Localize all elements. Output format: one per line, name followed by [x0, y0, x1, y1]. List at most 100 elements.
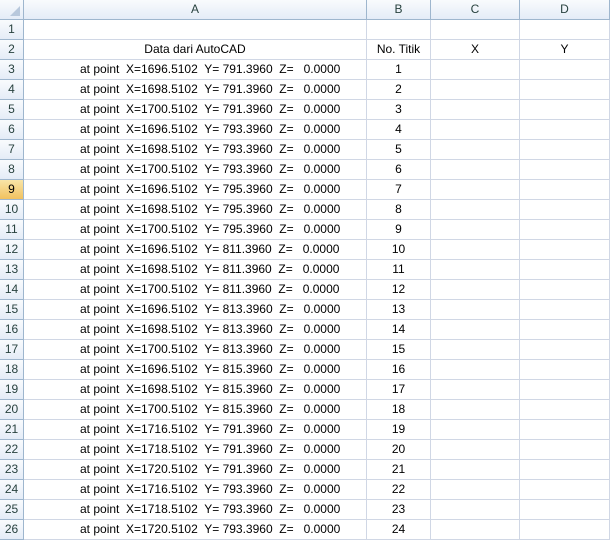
- cell-b[interactable]: 6: [367, 160, 431, 180]
- cell-d[interactable]: [520, 360, 610, 380]
- cell-c[interactable]: [431, 240, 520, 260]
- row-header[interactable]: 2: [0, 40, 24, 60]
- row-header[interactable]: 16: [0, 320, 24, 340]
- cell-b[interactable]: 4: [367, 120, 431, 140]
- cell-a[interactable]: at point X=1700.5102 Y= 813.3960 Z= 0.00…: [24, 340, 367, 360]
- cell-d[interactable]: [520, 280, 610, 300]
- cell-b[interactable]: 20: [367, 440, 431, 460]
- cell-b[interactable]: 14: [367, 320, 431, 340]
- cell-a[interactable]: at point X=1698.5102 Y= 795.3960 Z= 0.00…: [24, 200, 367, 220]
- cell-c[interactable]: [431, 300, 520, 320]
- cell-a[interactable]: at point X=1720.5102 Y= 791.3960 Z= 0.00…: [24, 460, 367, 480]
- cell-b[interactable]: 7: [367, 180, 431, 200]
- cell-c[interactable]: [431, 500, 520, 520]
- cell-d[interactable]: [520, 460, 610, 480]
- row-header[interactable]: 12: [0, 240, 24, 260]
- cell-a[interactable]: at point X=1698.5102 Y= 793.3960 Z= 0.00…: [24, 140, 367, 160]
- row-header[interactable]: 11: [0, 220, 24, 240]
- cell-b[interactable]: 1: [367, 60, 431, 80]
- cell-c[interactable]: [431, 120, 520, 140]
- cell-a[interactable]: at point X=1700.5102 Y= 811.3960 Z= 0.00…: [24, 280, 367, 300]
- cell-a[interactable]: at point X=1696.5102 Y= 795.3960 Z= 0.00…: [24, 180, 367, 200]
- cell-d[interactable]: [520, 420, 610, 440]
- column-header-b[interactable]: B: [367, 0, 431, 20]
- cell-d[interactable]: [520, 180, 610, 200]
- row-header[interactable]: 22: [0, 440, 24, 460]
- cell-c[interactable]: [431, 480, 520, 500]
- cell-d[interactable]: [520, 260, 610, 280]
- cell-a[interactable]: at point X=1698.5102 Y= 815.3960 Z= 0.00…: [24, 380, 367, 400]
- column-header-a[interactable]: A: [24, 0, 367, 20]
- cell-d[interactable]: [520, 500, 610, 520]
- column-header-d[interactable]: D: [520, 0, 610, 20]
- row-header[interactable]: 4: [0, 80, 24, 100]
- cell-b[interactable]: 22: [367, 480, 431, 500]
- cell-d[interactable]: [520, 240, 610, 260]
- cell-c[interactable]: [431, 340, 520, 360]
- cell-c[interactable]: [431, 160, 520, 180]
- cell-a[interactable]: at point X=1696.5102 Y= 813.3960 Z= 0.00…: [24, 300, 367, 320]
- cell-a[interactable]: at point X=1700.5102 Y= 793.3960 Z= 0.00…: [24, 160, 367, 180]
- cell-d[interactable]: [520, 320, 610, 340]
- cell-d[interactable]: [520, 380, 610, 400]
- cell-d[interactable]: [520, 100, 610, 120]
- cell-c[interactable]: [431, 60, 520, 80]
- cell-c[interactable]: [431, 80, 520, 100]
- cell-c[interactable]: [431, 380, 520, 400]
- row-header[interactable]: 15: [0, 300, 24, 320]
- cell-b[interactable]: 3: [367, 100, 431, 120]
- cell-b[interactable]: 15: [367, 340, 431, 360]
- row-header[interactable]: 3: [0, 60, 24, 80]
- cell-a[interactable]: at point X=1700.5102 Y= 815.3960 Z= 0.00…: [24, 400, 367, 420]
- cell-a[interactable]: at point X=1696.5102 Y= 815.3960 Z= 0.00…: [24, 360, 367, 380]
- cell-b[interactable]: 9: [367, 220, 431, 240]
- cell-d[interactable]: [520, 20, 610, 40]
- row-header[interactable]: 8: [0, 160, 24, 180]
- cell-c[interactable]: [431, 180, 520, 200]
- row-header[interactable]: 10: [0, 200, 24, 220]
- cell-d[interactable]: Y: [520, 40, 610, 60]
- cell-a[interactable]: at point X=1700.5102 Y= 795.3960 Z= 0.00…: [24, 220, 367, 240]
- cell-c[interactable]: [431, 460, 520, 480]
- cell-c[interactable]: [431, 220, 520, 240]
- cell-c[interactable]: [431, 420, 520, 440]
- row-header[interactable]: 17: [0, 340, 24, 360]
- cell-c[interactable]: [431, 260, 520, 280]
- row-header[interactable]: 5: [0, 100, 24, 120]
- cell-b[interactable]: No. Titik: [367, 40, 431, 60]
- cell-a[interactable]: at point X=1698.5102 Y= 813.3960 Z= 0.00…: [24, 320, 367, 340]
- cell-a[interactable]: at point X=1698.5102 Y= 811.3960 Z= 0.00…: [24, 260, 367, 280]
- cell-b[interactable]: 10: [367, 240, 431, 260]
- cell-a[interactable]: at point X=1696.5102 Y= 791.3960 Z= 0.00…: [24, 60, 367, 80]
- cell-b[interactable]: 23: [367, 500, 431, 520]
- cell-b[interactable]: 17: [367, 380, 431, 400]
- cell-d[interactable]: [520, 80, 610, 100]
- row-header[interactable]: 20: [0, 400, 24, 420]
- cell-c[interactable]: [431, 440, 520, 460]
- cell-b[interactable]: 2: [367, 80, 431, 100]
- cell-c[interactable]: [431, 20, 520, 40]
- row-header[interactable]: 26: [0, 520, 24, 540]
- cell-a[interactable]: at point X=1716.5102 Y= 793.3960 Z= 0.00…: [24, 480, 367, 500]
- cell-c[interactable]: X: [431, 40, 520, 60]
- cell-a[interactable]: at point X=1700.5102 Y= 791.3960 Z= 0.00…: [24, 100, 367, 120]
- cell-d[interactable]: [520, 220, 610, 240]
- cell-b[interactable]: 12: [367, 280, 431, 300]
- cell-b[interactable]: 16: [367, 360, 431, 380]
- row-header[interactable]: 23: [0, 460, 24, 480]
- cell-d[interactable]: [520, 160, 610, 180]
- row-header[interactable]: 7: [0, 140, 24, 160]
- cell-c[interactable]: [431, 400, 520, 420]
- cell-b[interactable]: 11: [367, 260, 431, 280]
- cell-d[interactable]: [520, 60, 610, 80]
- cell-c[interactable]: [431, 520, 520, 540]
- cell-b[interactable]: 18: [367, 400, 431, 420]
- cell-d[interactable]: [520, 200, 610, 220]
- cell-d[interactable]: [520, 440, 610, 460]
- row-header[interactable]: 19: [0, 380, 24, 400]
- row-header[interactable]: 13: [0, 260, 24, 280]
- cell-b[interactable]: 19: [367, 420, 431, 440]
- row-header[interactable]: 6: [0, 120, 24, 140]
- cell-d[interactable]: [520, 400, 610, 420]
- cell-b[interactable]: 13: [367, 300, 431, 320]
